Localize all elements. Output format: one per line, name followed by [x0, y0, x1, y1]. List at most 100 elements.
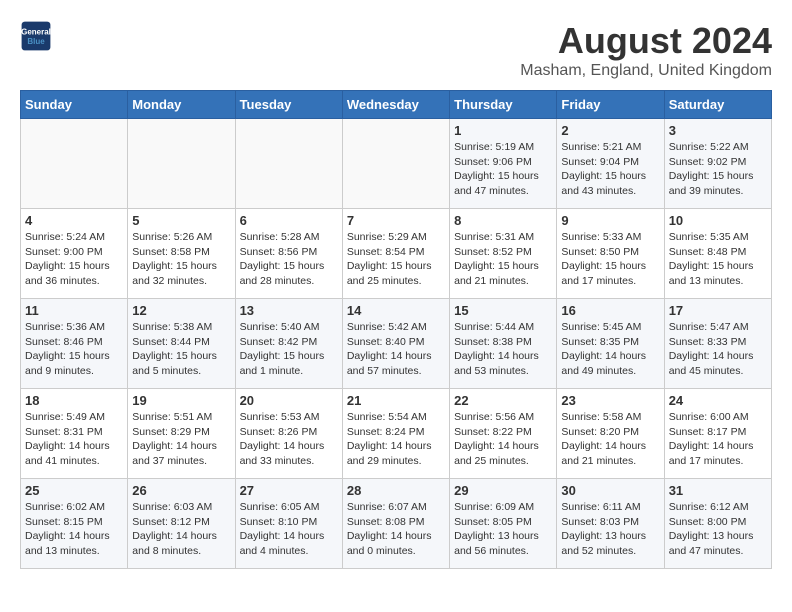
day-info: Sunrise: 5:47 AM Sunset: 8:33 PM Dayligh… — [669, 320, 767, 379]
day-number: 15 — [454, 303, 552, 318]
table-row: 17 Sunrise: 5:47 AM Sunset: 8:33 PM Dayli… — [664, 299, 771, 389]
table-row: 13 Sunrise: 5:40 AM Sunset: 8:42 PM Dayli… — [235, 299, 342, 389]
day-number: 3 — [669, 123, 767, 138]
logo-icon: General Blue — [20, 20, 52, 52]
day-number: 4 — [25, 213, 123, 228]
day-info: Sunrise: 5:53 AM Sunset: 8:26 PM Dayligh… — [240, 410, 338, 469]
day-number: 26 — [132, 483, 230, 498]
calendar-header: SundayMondayTuesdayWednesdayThursdayFrid… — [21, 91, 772, 119]
day-number: 18 — [25, 393, 123, 408]
day-info: Sunrise: 5:56 AM Sunset: 8:22 PM Dayligh… — [454, 410, 552, 469]
day-info: Sunrise: 5:35 AM Sunset: 8:48 PM Dayligh… — [669, 230, 767, 289]
weekday-header-saturday: Saturday — [664, 91, 771, 119]
day-number: 2 — [561, 123, 659, 138]
day-info: Sunrise: 5:29 AM Sunset: 8:54 PM Dayligh… — [347, 230, 445, 289]
table-row: 26 Sunrise: 6:03 AM Sunset: 8:12 PM Dayli… — [128, 479, 235, 569]
table-row: 30Sunrise: 6:11 AM Sunset: 8:03 PM Dayli… — [557, 479, 664, 569]
table-row: 2 Sunrise: 5:21 AM Sunset: 9:04 PM Daylig… — [557, 119, 664, 209]
day-number: 30 — [561, 483, 659, 498]
day-number: 24 — [669, 393, 767, 408]
table-row: 25 Sunrise: 6:02 AM Sunset: 8:15 PM Dayli… — [21, 479, 128, 569]
location-subtitle: Masham, England, United Kingdom — [520, 62, 772, 80]
table-row: 18Sunrise: 5:49 AM Sunset: 8:31 PM Dayli… — [21, 389, 128, 479]
day-info: Sunrise: 5:38 AM Sunset: 8:44 PM Dayligh… — [132, 320, 230, 379]
table-row: 24 Sunrise: 6:00 AM Sunset: 8:17 PM Dayli… — [664, 389, 771, 479]
table-row: 19 Sunrise: 5:51 AM Sunset: 8:29 PM Dayli… — [128, 389, 235, 479]
table-row: 3 Sunrise: 5:22 AM Sunset: 9:02 PM Daylig… — [664, 119, 771, 209]
table-row: 20 Sunrise: 5:53 AM Sunset: 8:26 PM Dayli… — [235, 389, 342, 479]
weekday-header-tuesday: Tuesday — [235, 91, 342, 119]
table-row: 11 Sunrise: 5:36 AM Sunset: 8:46 PM Dayli… — [21, 299, 128, 389]
table-row: 31 Sunrise: 6:12 AM Sunset: 8:00 PM Dayli… — [664, 479, 771, 569]
day-info: Sunrise: 5:19 AM Sunset: 9:06 PM Dayligh… — [454, 140, 552, 199]
day-number: 25 — [25, 483, 123, 498]
calendar-table: SundayMondayTuesdayWednesdayThursdayFrid… — [20, 90, 772, 569]
table-row: 14Sunrise: 5:42 AM Sunset: 8:40 PM Dayli… — [342, 299, 449, 389]
day-info: Sunrise: 5:42 AM Sunset: 8:40 PM Dayligh… — [347, 320, 445, 379]
day-info: Sunrise: 5:24 AM Sunset: 9:00 PM Dayligh… — [25, 230, 123, 289]
day-number: 13 — [240, 303, 338, 318]
table-row: 7 Sunrise: 5:29 AM Sunset: 8:54 PM Daylig… — [342, 209, 449, 299]
table-row — [128, 119, 235, 209]
day-info: Sunrise: 5:36 AM Sunset: 8:46 PM Dayligh… — [25, 320, 123, 379]
day-info: Sunrise: 6:12 AM Sunset: 8:00 PM Dayligh… — [669, 500, 767, 559]
table-row: 22Sunrise: 5:56 AM Sunset: 8:22 PM Dayli… — [450, 389, 557, 479]
table-row: 1 Sunrise: 5:19 AM Sunset: 9:06 PM Daylig… — [450, 119, 557, 209]
table-row: 28Sunrise: 6:07 AM Sunset: 8:08 PM Dayli… — [342, 479, 449, 569]
day-info: Sunrise: 5:44 AM Sunset: 8:38 PM Dayligh… — [454, 320, 552, 379]
table-row: 29 Sunrise: 6:09 AM Sunset: 8:05 PM Dayli… — [450, 479, 557, 569]
day-number: 28 — [347, 483, 445, 498]
day-info: Sunrise: 5:51 AM Sunset: 8:29 PM Dayligh… — [132, 410, 230, 469]
day-info: Sunrise: 5:26 AM Sunset: 8:58 PM Dayligh… — [132, 230, 230, 289]
weekday-header-sunday: Sunday — [21, 91, 128, 119]
day-info: Sunrise: 5:54 AM Sunset: 8:24 PM Dayligh… — [347, 410, 445, 469]
day-info: Sunrise: 6:05 AM Sunset: 8:10 PM Dayligh… — [240, 500, 338, 559]
day-info: Sunrise: 5:22 AM Sunset: 9:02 PM Dayligh… — [669, 140, 767, 199]
day-info: Sunrise: 6:03 AM Sunset: 8:12 PM Dayligh… — [132, 500, 230, 559]
svg-text:Blue: Blue — [27, 37, 45, 46]
table-row: 6 Sunrise: 5:28 AM Sunset: 8:56 PM Daylig… — [235, 209, 342, 299]
day-number: 6 — [240, 213, 338, 228]
table-row: 16Sunrise: 5:45 AM Sunset: 8:35 PM Dayli… — [557, 299, 664, 389]
calendar-week-2: 4 Sunrise: 5:24 AM Sunset: 9:00 PM Daylig… — [21, 209, 772, 299]
day-number: 20 — [240, 393, 338, 408]
day-info: Sunrise: 6:02 AM Sunset: 8:15 PM Dayligh… — [25, 500, 123, 559]
day-info: Sunrise: 6:00 AM Sunset: 8:17 PM Dayligh… — [669, 410, 767, 469]
table-row: 10 Sunrise: 5:35 AM Sunset: 8:48 PM Dayli… — [664, 209, 771, 299]
day-number: 31 — [669, 483, 767, 498]
logo: General Blue — [20, 20, 52, 52]
weekday-header-wednesday: Wednesday — [342, 91, 449, 119]
table-row: 15 Sunrise: 5:44 AM Sunset: 8:38 PM Dayli… — [450, 299, 557, 389]
day-number: 8 — [454, 213, 552, 228]
day-number: 17 — [669, 303, 767, 318]
day-info: Sunrise: 5:31 AM Sunset: 8:52 PM Dayligh… — [454, 230, 552, 289]
day-number: 5 — [132, 213, 230, 228]
calendar-week-5: 25 Sunrise: 6:02 AM Sunset: 8:15 PM Dayli… — [21, 479, 772, 569]
day-info: Sunrise: 5:40 AM Sunset: 8:42 PM Dayligh… — [240, 320, 338, 379]
day-number: 10 — [669, 213, 767, 228]
day-number: 1 — [454, 123, 552, 138]
table-row — [342, 119, 449, 209]
table-row: 5 Sunrise: 5:26 AM Sunset: 8:58 PM Daylig… — [128, 209, 235, 299]
day-number: 9 — [561, 213, 659, 228]
day-number: 7 — [347, 213, 445, 228]
day-number: 12 — [132, 303, 230, 318]
table-row: 4 Sunrise: 5:24 AM Sunset: 9:00 PM Daylig… — [21, 209, 128, 299]
day-number: 19 — [132, 393, 230, 408]
weekday-header-friday: Friday — [557, 91, 664, 119]
table-row: 21 Sunrise: 5:54 AM Sunset: 8:24 PM Dayli… — [342, 389, 449, 479]
day-number: 27 — [240, 483, 338, 498]
table-row: 9Sunrise: 5:33 AM Sunset: 8:50 PM Daylig… — [557, 209, 664, 299]
day-info: Sunrise: 5:21 AM Sunset: 9:04 PM Dayligh… — [561, 140, 659, 199]
weekday-header-monday: Monday — [128, 91, 235, 119]
day-number: 11 — [25, 303, 123, 318]
table-row: 23Sunrise: 5:58 AM Sunset: 8:20 PM Dayli… — [557, 389, 664, 479]
title-block: August 2024 Masham, England, United King… — [520, 20, 772, 80]
day-number: 29 — [454, 483, 552, 498]
table-row: 12 Sunrise: 5:38 AM Sunset: 8:44 PM Dayli… — [128, 299, 235, 389]
weekday-header-thursday: Thursday — [450, 91, 557, 119]
day-number: 21 — [347, 393, 445, 408]
day-info: Sunrise: 5:28 AM Sunset: 8:56 PM Dayligh… — [240, 230, 338, 289]
day-info: Sunrise: 5:45 AM Sunset: 8:35 PM Dayligh… — [561, 320, 659, 379]
day-info: Sunrise: 6:09 AM Sunset: 8:05 PM Dayligh… — [454, 500, 552, 559]
